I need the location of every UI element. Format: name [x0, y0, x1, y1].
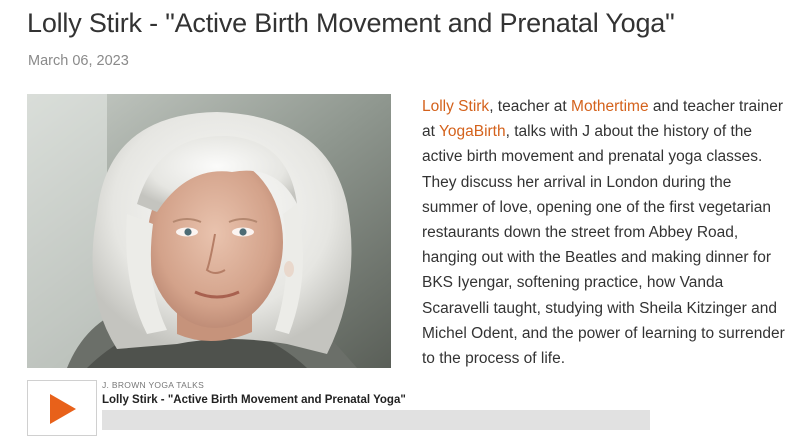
post-body: Lolly Stirk, teacher at Mothertime and t…: [422, 94, 787, 371]
body-text-3: , talks with J about the history of the …: [422, 123, 785, 368]
link-lolly-stirk[interactable]: Lolly Stirk: [422, 98, 489, 115]
podcast-show-name: J. BROWN YOGA TALKS: [102, 380, 205, 390]
post-date: March 06, 2023: [28, 53, 129, 69]
body-text-1: , teacher at: [489, 98, 572, 115]
play-button[interactable]: [27, 380, 97, 436]
play-icon: [50, 394, 76, 424]
link-mothertime[interactable]: Mothertime: [571, 98, 649, 115]
guest-photo: [27, 94, 391, 368]
link-yogabirth[interactable]: YogaBirth: [439, 123, 506, 140]
episode-title: Lolly Stirk - "Active Birth Movement and…: [102, 394, 406, 406]
progress-bar[interactable]: [102, 410, 650, 430]
post-title: Lolly Stirk - "Active Birth Movement and…: [27, 8, 675, 38]
audio-player: J. BROWN YOGA TALKS Lolly Stirk - "Activ…: [27, 378, 787, 438]
